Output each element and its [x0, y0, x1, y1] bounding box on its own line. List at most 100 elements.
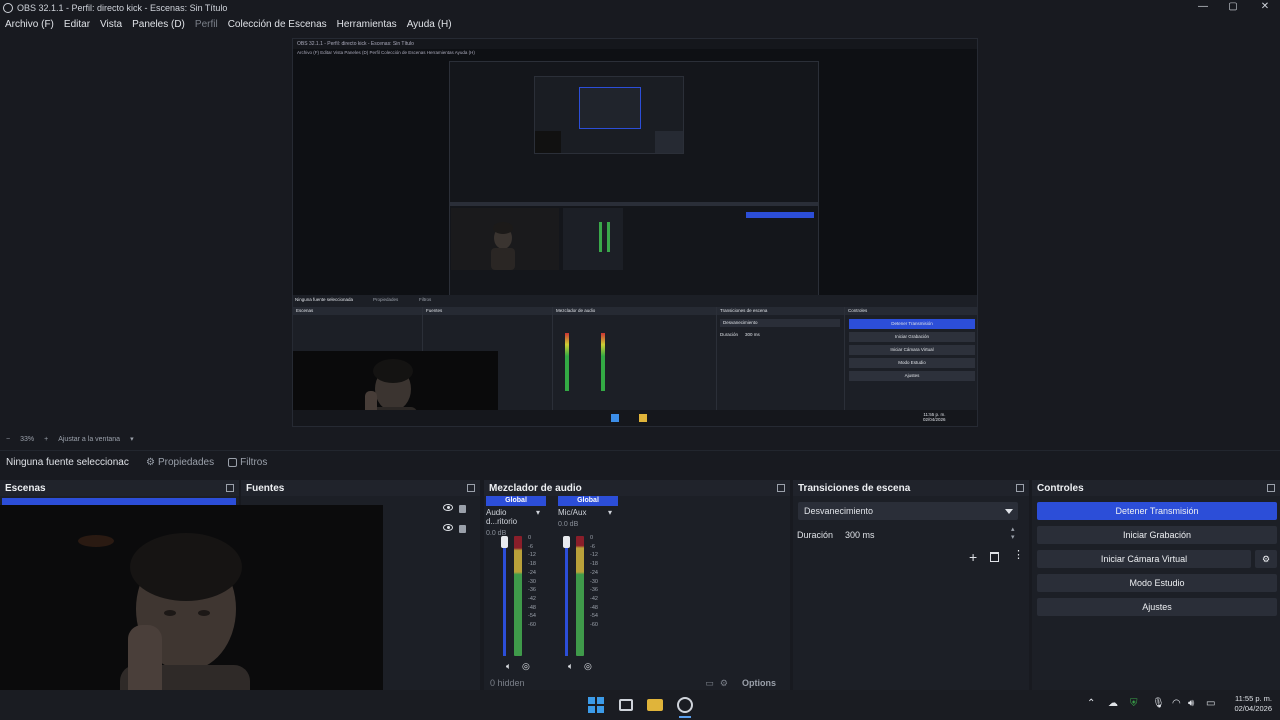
fader-knob[interactable] — [563, 536, 570, 548]
nested-deeper-webcam — [535, 131, 561, 153]
undock-icon[interactable] — [777, 484, 785, 492]
zoom-out-button[interactable]: − — [6, 436, 10, 443]
more-options-icon[interactable]: ⋮ — [1013, 550, 1024, 561]
trash-icon[interactable] — [990, 552, 999, 562]
duration-stepper[interactable]: ▴ ▾ — [1011, 526, 1015, 542]
undock-icon[interactable] — [467, 484, 475, 492]
mute-icon[interactable]: 🔈︎ — [506, 661, 511, 672]
db-tick: -36 — [528, 587, 536, 594]
battery-icon[interactable]: ▭ — [1206, 698, 1215, 709]
level-meter-mic — [576, 536, 584, 656]
undock-icon[interactable] — [1267, 484, 1275, 492]
mixer-channel-desktop: Global Audio d...ritorio ▾ 0.0 dB — [486, 496, 546, 537]
cloud-icon[interactable]: ☁ — [1108, 698, 1118, 709]
menu-paneles[interactable]: Paneles (D) — [132, 19, 185, 30]
task-view-icon[interactable] — [619, 699, 633, 711]
db-tick: -36 — [590, 587, 598, 594]
lock-icon[interactable] — [459, 525, 466, 533]
db-tick: -18 — [528, 561, 536, 568]
source-row-1[interactable] — [443, 504, 466, 513]
volume-fader-mic[interactable] — [563, 536, 570, 656]
channel-name[interactable]: Audio d...ritorio ▾ — [486, 508, 546, 526]
stop-stream-button[interactable]: Detener Transmisión — [1037, 502, 1277, 520]
nested-inner-webcam — [451, 208, 559, 270]
nested-sources-title: Fuentes — [423, 307, 552, 315]
start-virtualcam-button[interactable]: Iniciar Cámara Virtual — [1037, 550, 1251, 568]
undock-icon[interactable] — [1016, 484, 1024, 492]
gear-icon[interactable]: ⚙ — [720, 678, 728, 689]
db-scale: 0 -6 -12 -18 -24 -30 -36 -42 -48 -54 -60 — [590, 534, 598, 630]
nested-inner-person — [491, 222, 515, 270]
virtualcam-settings-button[interactable]: ⚙ — [1255, 550, 1277, 568]
windows-start-icon[interactable] — [588, 697, 604, 713]
wifi-icon[interactable]: ◠ — [1172, 698, 1181, 709]
minimize-button[interactable]: — — [1188, 0, 1218, 14]
speaker-icon[interactable]: 🔊︎ — [1188, 698, 1194, 709]
channel-tab[interactable]: Global — [486, 496, 546, 506]
transition-select[interactable]: Desvanecimiento — [798, 502, 1018, 520]
start-recording-button[interactable]: Iniciar Grabación — [1037, 526, 1277, 544]
obs-taskbar-icon[interactable] — [677, 697, 693, 713]
sources-title: Fuentes — [246, 482, 285, 494]
shield-icon[interactable]: ⛨ — [1130, 698, 1138, 709]
menu-bar: Archivo (F) Editar Vista Paneles (D) Per… — [0, 16, 1280, 32]
transitions-header: Transiciones de escena — [793, 480, 1029, 496]
volume-fader-desktop[interactable] — [501, 536, 508, 656]
filters-button[interactable]: Filtros — [228, 457, 267, 468]
channel-name-label: Mic/Aux — [558, 508, 587, 517]
chevron-down-icon[interactable]: ▾ — [130, 435, 134, 443]
fader-knob[interactable] — [501, 536, 508, 548]
menu-editar[interactable]: Editar — [64, 19, 90, 30]
properties-button[interactable]: ⚙ Propiedades — [146, 457, 214, 468]
channel-name[interactable]: Mic/Aux ▾ — [558, 508, 618, 517]
controls-title: Controles — [1037, 482, 1084, 494]
sources-header: Fuentes — [241, 480, 480, 496]
menu-vista[interactable]: Vista — [100, 19, 122, 30]
taskbar-clock[interactable]: 11:55 p. m. 02/04/2026 — [1224, 694, 1272, 714]
close-button[interactable]: ✕ — [1250, 0, 1280, 14]
eye-icon[interactable] — [443, 504, 453, 511]
monitor-icon[interactable]: ◎ — [522, 661, 530, 672]
monitor-icon[interactable]: ◎ — [584, 661, 592, 672]
menu-archivo[interactable]: Archivo (F) — [5, 19, 54, 30]
db-tick: -30 — [528, 578, 536, 585]
db-scale: 0 -6 -12 -18 -24 -30 -36 -42 -48 -54 -60 — [528, 534, 536, 630]
chevron-up-icon[interactable]: ⌃ — [1087, 698, 1095, 709]
mixer-layout-icon[interactable]: ▭ — [705, 678, 714, 689]
fit-to-window-select[interactable]: Ajustar a la ventana — [58, 436, 120, 443]
nested-docks: Ninguna fuente seleccionada Propiedades … — [293, 295, 977, 426]
audio-mixer-dock: Mezclador de audio Global Audio d...rito… — [484, 480, 790, 690]
mute-icon[interactable]: 🔈︎ — [568, 661, 573, 672]
studio-mode-button[interactable]: Modo Estudio — [1037, 574, 1277, 592]
menu-coleccion-escenas[interactable]: Colección de Escenas — [228, 19, 327, 30]
source-toolbar: Ninguna fuente seleccionac ⚙ Propiedades… — [0, 450, 1280, 474]
controls-header: Controles — [1032, 480, 1280, 496]
db-tick: -48 — [590, 604, 598, 611]
lock-icon[interactable] — [459, 505, 466, 513]
menu-ayuda[interactable]: Ayuda (H) — [407, 19, 452, 30]
scenes-title: Escenas — [5, 482, 46, 494]
undock-icon[interactable] — [226, 484, 234, 492]
menu-herramientas[interactable]: Herramientas — [337, 19, 397, 30]
db-tick: -54 — [528, 613, 536, 620]
hidden-count[interactable]: 0 hidden — [490, 678, 525, 689]
channel-tab[interactable]: Global — [558, 496, 618, 506]
microphone-icon[interactable]: 🎙︎ — [1152, 698, 1165, 709]
duration-input[interactable]: 300 ms — [839, 526, 1021, 544]
zoom-in-button[interactable]: + — [44, 436, 48, 443]
maximize-button[interactable]: ▢ — [1218, 0, 1248, 14]
nested-windows-icon — [611, 414, 619, 422]
settings-button[interactable]: Ajustes — [1037, 598, 1277, 616]
menu-perfil[interactable]: Perfil — [195, 19, 218, 30]
source-row-2[interactable] — [443, 524, 466, 533]
db-tick: -54 — [590, 613, 598, 620]
person-image — [0, 505, 383, 720]
eye-icon[interactable] — [443, 524, 453, 531]
preview-canvas[interactable]: OBS 32.1.1 - Perfil: directo kick - Esce… — [292, 38, 978, 427]
file-explorer-icon[interactable] — [647, 699, 663, 711]
chevron-down-icon[interactable]: ▾ — [608, 508, 612, 517]
chevron-down-icon[interactable]: ▾ — [536, 508, 540, 526]
options-menu[interactable]: Options — [742, 678, 776, 689]
nested-inner-meter-1 — [599, 222, 602, 252]
add-transition-icon[interactable]: + — [969, 550, 977, 564]
